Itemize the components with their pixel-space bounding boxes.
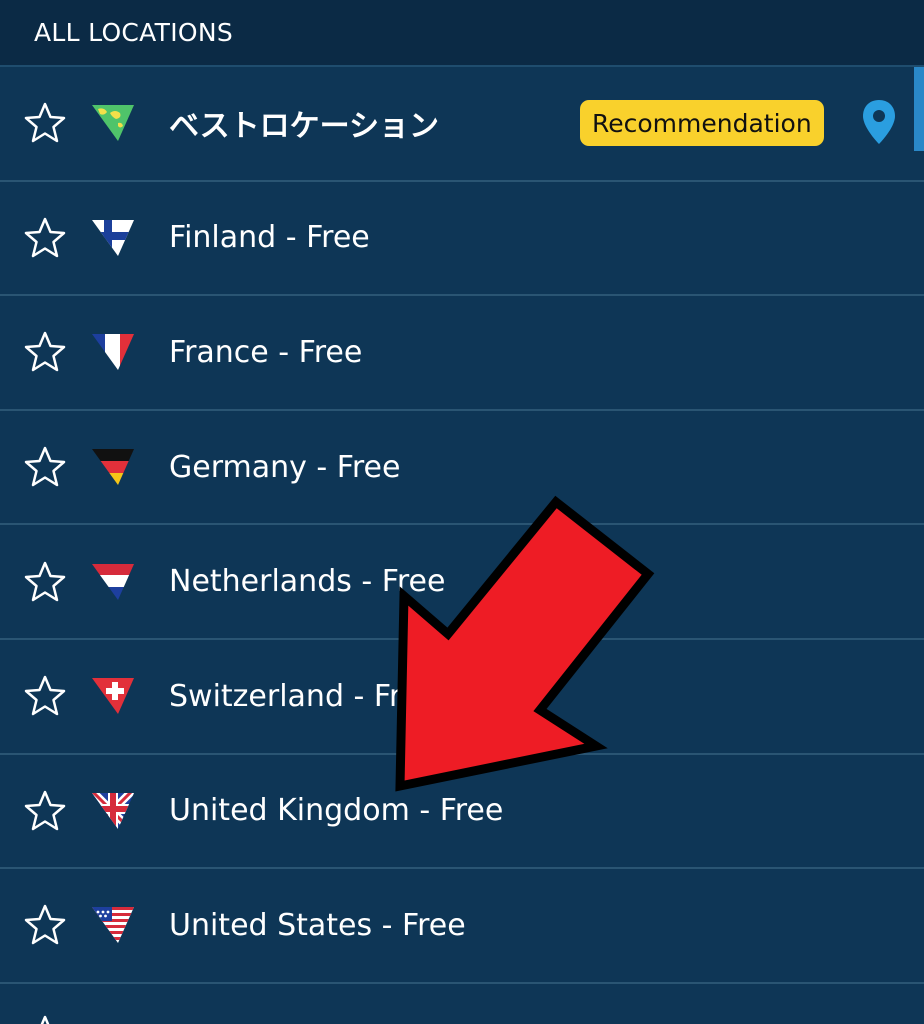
united-states-flag-icon (92, 907, 134, 944)
location-label: Finland - Free (169, 220, 370, 256)
recommendation-badge: Recommendation (580, 100, 824, 147)
switzerland-flag-icon (92, 678, 134, 715)
favorite-star-icon[interactable] (23, 560, 67, 604)
header-title: ALL LOCATIONS (34, 18, 234, 47)
location-pin-icon[interactable] (860, 98, 898, 148)
favorite-star-icon[interactable] (23, 1014, 67, 1024)
favorite-star-icon[interactable] (23, 330, 67, 374)
location-row-partial[interactable] (0, 983, 924, 1024)
location-row-netherlands[interactable]: Netherlands - Free (0, 525, 924, 640)
location-label: France - Free (169, 334, 363, 370)
location-label: Germany - Free (169, 449, 401, 485)
location-row-united-kingdom[interactable]: United Kingdom - Free (0, 754, 924, 870)
location-row-finland[interactable]: Finland - Free (0, 181, 924, 297)
favorite-star-icon[interactable] (23, 903, 67, 947)
finland-flag-icon (92, 219, 134, 256)
united-kingdom-flag-icon (92, 792, 134, 829)
location-list: ベストロケーション Recommendation Finland - Free (0, 67, 924, 1024)
location-label: Switzerland - Free (169, 678, 438, 714)
germany-flag-icon (92, 449, 134, 486)
location-row-best[interactable]: ベストロケーション Recommendation (0, 67, 924, 182)
location-label: United States - Free (169, 907, 466, 943)
favorite-star-icon[interactable] (23, 789, 67, 833)
location-label: United Kingdom - Free (169, 793, 504, 829)
location-row-switzerland[interactable]: Switzerland - Free (0, 639, 924, 755)
favorite-star-icon[interactable] (23, 445, 67, 489)
netherlands-flag-icon (92, 563, 134, 600)
france-flag-icon (92, 334, 134, 371)
location-row-united-states[interactable]: United States - Free (0, 869, 924, 984)
location-row-germany[interactable]: Germany - Free (0, 410, 924, 526)
location-label: Netherlands - Free (169, 564, 446, 600)
list-header: ALL LOCATIONS (0, 0, 924, 67)
location-row-france[interactable]: France - Free (0, 296, 924, 411)
location-label: ベストロケーション (169, 109, 439, 145)
world-map-flag-icon (92, 105, 134, 142)
favorite-star-icon[interactable] (23, 101, 67, 145)
favorite-star-icon[interactable] (23, 216, 67, 260)
favorite-star-icon[interactable] (23, 674, 67, 718)
scrollbar-thumb[interactable] (914, 67, 924, 151)
